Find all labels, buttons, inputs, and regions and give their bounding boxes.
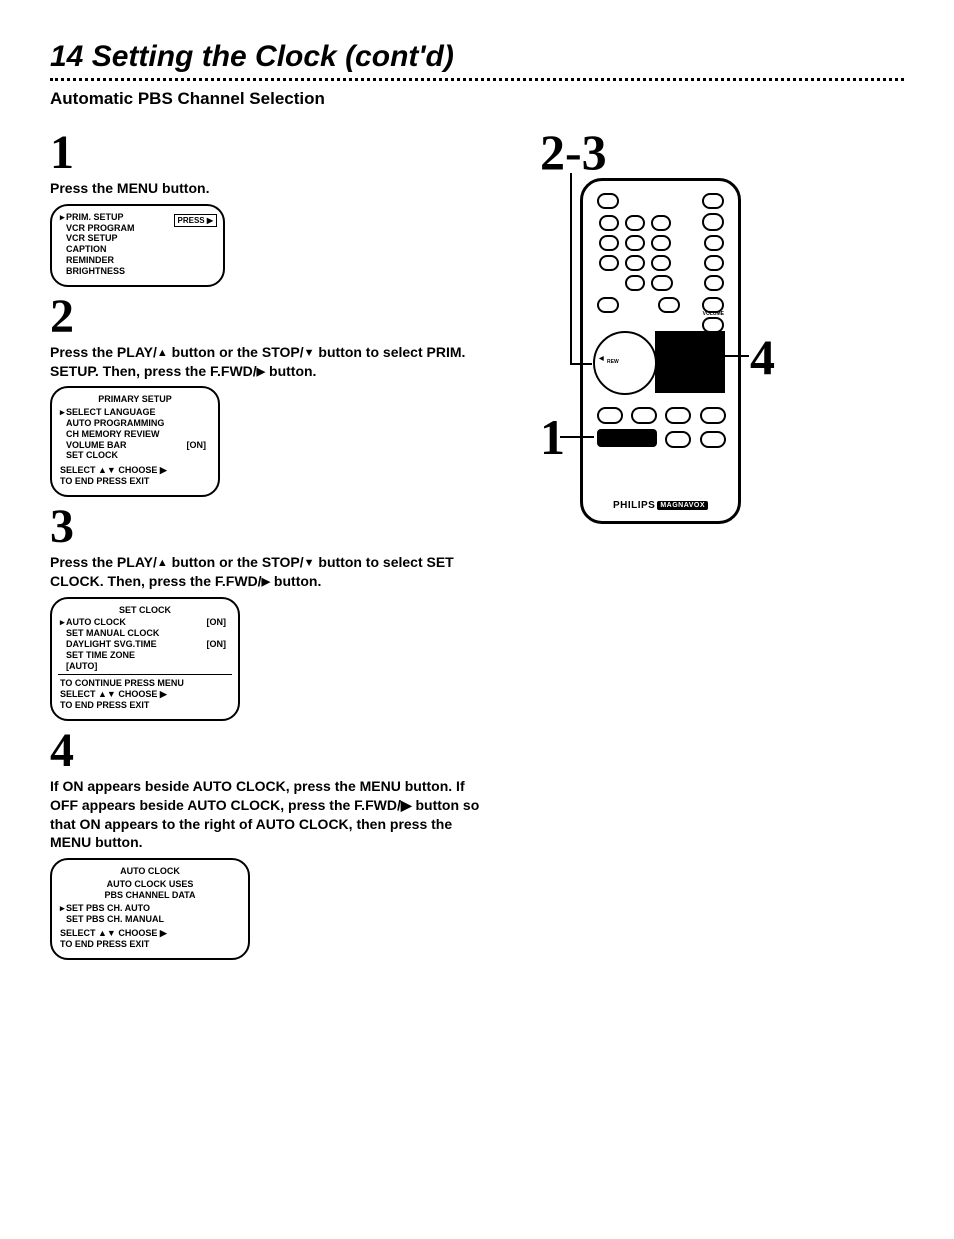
left-column: 1 Press the MENU button. PRESS ▶ ▸PRIM. …	[50, 123, 500, 962]
page-title: 14 Setting the Clock (cont'd)	[50, 40, 904, 74]
menu-item: SET MANUAL CLOCK	[66, 628, 159, 638]
menu-item: CH MEMORY REVIEW	[66, 429, 160, 439]
menu-item: SET CLOCK	[66, 450, 118, 460]
screen-title: PRIMARY SETUP	[60, 394, 210, 405]
remote-button	[665, 431, 691, 448]
remote-button	[665, 407, 691, 424]
on-tag: [ON]	[207, 639, 227, 650]
screen-sub: AUTO CLOCK USES	[60, 879, 240, 890]
menu-item: SELECT LANGUAGE	[66, 407, 156, 417]
screen-footer: TO END PRESS EXIT	[60, 939, 240, 950]
dotted-divider	[50, 78, 904, 81]
screen-primary-setup: PRIMARY SETUP ▸SELECT LANGUAGE AUTO PROG…	[50, 386, 220, 496]
step-3-text: Press the PLAY/▲ button or the STOP/▼ bu…	[50, 553, 490, 591]
remote-button	[597, 193, 619, 209]
on-tag: [ON]	[207, 617, 227, 628]
screen-footer: SELECT ▲▼ CHOOSE ▶	[60, 465, 210, 476]
menu-item: [AUTO]	[66, 661, 97, 671]
menu-item: AUTO PROGRAMMING	[66, 418, 164, 428]
remote-button	[631, 407, 657, 424]
remote-button	[702, 213, 724, 231]
callout-line	[705, 355, 749, 357]
remote-button	[700, 431, 726, 448]
menu-item: PRIM. SETUP	[66, 212, 124, 222]
remote-button	[658, 297, 680, 313]
step-3-number: 3	[50, 503, 500, 551]
on-tag: [ON]	[187, 440, 207, 451]
menu-item: CAPTION	[66, 244, 107, 254]
remote-button	[702, 193, 724, 209]
screen-footer: SELECT ▲▼ CHOOSE ▶	[60, 928, 240, 939]
step-1-text: Press the MENU button.	[50, 179, 490, 198]
remote-button	[704, 235, 724, 251]
right-column: 2-3	[530, 123, 904, 962]
remote-control-illustration: VOLUME ◀ REW PHILIPSMAGNAVOX	[580, 178, 741, 524]
screen-auto-clock: AUTO CLOCK AUTO CLOCK USES PBS CHANNEL D…	[50, 858, 250, 960]
remote-button	[599, 255, 619, 271]
page-subtitle: Automatic PBS Channel Selection	[50, 89, 904, 109]
callout-line	[570, 363, 592, 365]
screen-sub: PBS CHANNEL DATA	[60, 890, 240, 901]
menu-item: SET PBS CH. AUTO	[66, 903, 150, 913]
remote-button	[597, 297, 619, 313]
screen-title: AUTO CLOCK	[60, 866, 240, 877]
remote-button	[625, 255, 645, 271]
screen-footer: TO END PRESS EXIT	[60, 476, 210, 487]
press-indicator: PRESS ▶	[174, 214, 218, 228]
screen-note: TO CONTINUE PRESS MENU	[60, 678, 230, 689]
remote-menu-button	[597, 429, 657, 447]
callout-line	[705, 355, 707, 367]
screen-main-menu: PRESS ▶ ▸PRIM. SETUP VCR PROGRAM VCR SET…	[50, 204, 225, 287]
remote-button	[704, 275, 724, 291]
remote-button	[651, 235, 671, 251]
remote-button	[599, 235, 619, 251]
remote-button	[651, 215, 671, 231]
step-4-number: 4	[50, 727, 500, 775]
screen-footer: TO END PRESS EXIT	[60, 700, 230, 711]
remote-brand: PHILIPSMAGNAVOX	[583, 500, 738, 511]
remote-button	[651, 275, 673, 291]
remote-button	[700, 407, 726, 424]
remote-button	[625, 275, 645, 291]
remote-button	[651, 255, 671, 271]
menu-item: AUTO CLOCK	[66, 617, 126, 627]
step-2-text: Press the PLAY/▲ button or the STOP/▼ bu…	[50, 343, 490, 381]
callout-line	[570, 173, 572, 363]
menu-item: BRIGHTNESS	[66, 266, 125, 276]
remote-button	[625, 215, 645, 231]
menu-item: REMINDER	[66, 255, 114, 265]
remote-button	[704, 255, 724, 271]
callout-2-3: 2-3	[540, 123, 607, 181]
screen-footer: SELECT ▲▼ CHOOSE ▶	[60, 689, 230, 700]
remote-button	[597, 407, 623, 424]
remote-button	[599, 215, 619, 231]
menu-item: SET TIME ZONE	[66, 650, 135, 660]
menu-item: VOLUME BAR	[66, 440, 127, 450]
callout-4: 4	[750, 328, 775, 386]
menu-item: VCR SETUP	[66, 233, 118, 243]
menu-item: VCR PROGRAM	[66, 223, 135, 233]
step-2-number: 2	[50, 293, 500, 341]
menu-item: DAYLIGHT SVG.TIME	[66, 639, 157, 649]
remote-dark-panel	[655, 331, 725, 393]
callout-line	[560, 436, 594, 438]
step-1-number: 1	[50, 129, 500, 177]
remote-button	[625, 235, 645, 251]
menu-item: SET PBS CH. MANUAL	[66, 914, 164, 924]
screen-set-clock: SET CLOCK ▸AUTO CLOCK[ON] SET MANUAL CLO…	[50, 597, 240, 721]
step-4-text: If ON appears beside AUTO CLOCK, press t…	[50, 777, 490, 853]
rew-label: REW	[607, 359, 619, 365]
screen-title: SET CLOCK	[60, 605, 230, 616]
magnavox-badge: MAGNAVOX	[657, 501, 708, 510]
remote-jog-dial: ◀ REW	[593, 331, 657, 395]
